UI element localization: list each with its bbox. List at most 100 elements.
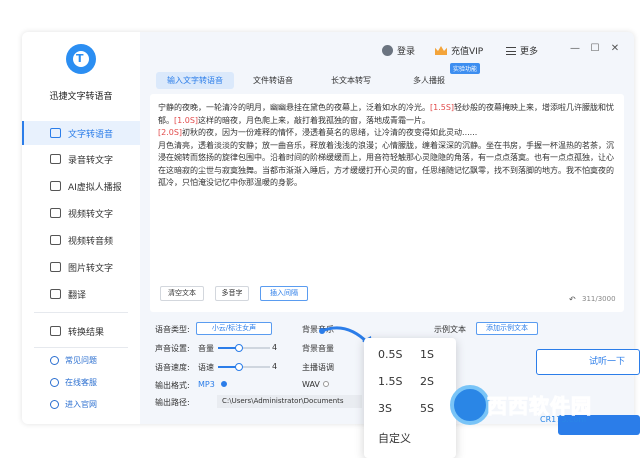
- sidebar-item-label: AI虚拟人播报: [68, 182, 122, 193]
- support-label: 在线客服: [65, 377, 97, 387]
- divider: [34, 347, 128, 348]
- close-icon[interactable]: ✕: [609, 43, 621, 55]
- menu-icon: [506, 46, 516, 55]
- format-mp3-label[interactable]: MP3: [198, 380, 215, 389]
- pause-option[interactable]: 2S: [420, 375, 434, 388]
- voice-type-label: 语音类型:: [155, 325, 190, 334]
- sidebar-item-image-to-text[interactable]: 图片转文字: [22, 255, 140, 279]
- volume-knob[interactable]: [234, 344, 243, 352]
- divider: [34, 312, 128, 313]
- speed-value: 4: [272, 362, 278, 371]
- pause-option[interactable]: 0.5S: [378, 348, 402, 361]
- tab-long-text[interactable]: 长文本转写: [312, 72, 390, 89]
- format-wav-label[interactable]: WAV: [302, 380, 320, 389]
- official-site-link[interactable]: 进入官网: [22, 396, 140, 412]
- volume-value: 4: [272, 343, 278, 352]
- sidebar-item-label: 视频转文字: [68, 209, 114, 220]
- text-speech-icon: [50, 128, 61, 138]
- pause-marker: [2.0S]: [158, 128, 183, 137]
- speed-label: 语速: [198, 363, 214, 372]
- maximize-icon[interactable]: ☐: [589, 43, 601, 55]
- pause-duration-popup: 0.5S 1S 1.5S 2S 3S 5S 自定义: [364, 338, 456, 458]
- pause-marker: [1.5S]: [430, 103, 455, 112]
- pause-option[interactable]: 3S: [378, 402, 392, 415]
- app-logo: T: [66, 44, 96, 74]
- pause-option[interactable]: 1.5S: [378, 375, 402, 388]
- minimize-icon[interactable]: —: [569, 43, 581, 55]
- vip-label: 充值VIP: [451, 47, 484, 57]
- app-window: T 迅捷文字转语音 文字转语音 录音转文字 AI虚拟人播报 视频转文字 视频转音…: [22, 32, 640, 458]
- sidebar: T 迅捷文字转语音 文字转语音 录音转文字 AI虚拟人播报 视频转文字 视频转音…: [22, 32, 140, 424]
- video-audio-icon: [50, 235, 61, 245]
- globe-icon: [50, 399, 59, 409]
- sidebar-item-ai-avatar[interactable]: AI虚拟人播报: [22, 174, 140, 198]
- text-segment: 宁静的夜晚，一轮清冷的明月，幽幽悬挂在黛色的夜幕上，泛着如水的冷光。: [158, 103, 430, 112]
- watermark-logo: [450, 385, 490, 425]
- text-segment: 初秋的夜，因为一份难释的情怀，浸透着莫名的思绪，让冷清的夜变得如此灵动.....…: [182, 128, 478, 137]
- sidebar-item-translate[interactable]: 翻译: [22, 282, 140, 306]
- pause-option[interactable]: 5S: [420, 402, 434, 415]
- tab-file-to-speech[interactable]: 文件转语音: [234, 72, 312, 89]
- faq-label: 常见问题: [65, 355, 97, 365]
- anchor-tone-label: 主播语调: [302, 363, 334, 372]
- tab-text-to-speech[interactable]: 输入文字转语音: [156, 72, 234, 89]
- user-icon: [382, 45, 393, 56]
- editor-paragraph: [2.0S]初秋的夜，因为一份难释的情怀，浸透着莫名的思绪，让冷清的夜变得如此灵…: [158, 127, 616, 140]
- speed-knob[interactable]: [234, 363, 243, 371]
- tab-multi-speaker[interactable]: 多人播报: [390, 72, 468, 89]
- volume-slider[interactable]: [218, 344, 270, 352]
- vip-button[interactable]: 充值VIP: [435, 44, 483, 57]
- text-segment: 这样的暗夜，月色爬上来，敲打着我孤独的窗，落地成青霜一片。: [198, 115, 431, 125]
- undo-icon[interactable]: ↶: [569, 295, 576, 304]
- insert-pause-button[interactable]: 插入间隔: [260, 286, 308, 301]
- sidebar-item-results[interactable]: 转换结果: [22, 319, 140, 343]
- example-text-label: 示例文本: [434, 325, 466, 334]
- text-segment: 月色清亮，透着淡淡的安静；放一曲音乐，释放着浅浅的浪漫；心情朦胧，缠着深深的沉静…: [158, 140, 614, 188]
- lab-badge: 实验功能: [450, 63, 481, 74]
- voice-type-select[interactable]: 小云/标注女声: [196, 322, 272, 335]
- clear-text-button[interactable]: 清空文本: [160, 286, 204, 301]
- speed-slider[interactable]: [218, 363, 270, 371]
- volume-label: 音量: [198, 344, 214, 353]
- video-icon: [50, 208, 61, 218]
- sidebar-item-label: 视频转音频: [68, 236, 114, 247]
- results-icon: [50, 326, 61, 336]
- more-menu-button[interactable]: 更多: [506, 44, 538, 57]
- sidebar-item-text-to-speech[interactable]: 文字转语音: [22, 121, 140, 145]
- sidebar-item-label: 图片转文字: [68, 263, 114, 274]
- pause-option[interactable]: 1S: [420, 348, 434, 361]
- text-editor[interactable]: 宁静的夜晚，一轮清冷的明月，幽幽悬挂在黛色的夜幕上，泛着如水的冷光。[1.5S]…: [150, 94, 624, 312]
- editor-content[interactable]: 宁静的夜晚，一轮清冷的明月，幽幽悬挂在黛色的夜幕上，泛着如水的冷光。[1.5S]…: [158, 102, 616, 190]
- format-mp3-radio[interactable]: [221, 381, 227, 387]
- chat-icon: [50, 377, 59, 387]
- sidebar-item-video-to-audio[interactable]: 视频转音频: [22, 228, 140, 252]
- polyphone-button[interactable]: 多音字: [215, 286, 249, 301]
- image-icon: [50, 262, 61, 272]
- char-counter: 311/3000: [582, 295, 616, 303]
- listen-label: 试听一下: [589, 357, 626, 367]
- sidebar-item-video-to-text[interactable]: 视频转文字: [22, 201, 140, 225]
- sidebar-item-label: 录音转文字: [68, 155, 114, 166]
- more-label: 更多: [520, 47, 539, 57]
- app-title: 迅捷文字转语音: [49, 92, 113, 102]
- editor-paragraph: 月色清亮，透着淡淡的安静；放一曲音乐，释放着浅浅的浪漫；心情朦胧，缠着深深的沉静…: [158, 140, 616, 190]
- volume-settings-label: 声音设置:: [155, 344, 190, 353]
- output-path-field[interactable]: C:\Users\Administrator\Documents: [217, 395, 362, 408]
- sidebar-item-audio-to-text[interactable]: 录音转文字: [22, 147, 140, 171]
- add-example-button[interactable]: 添加示例文本: [476, 322, 538, 335]
- output-format-label: 输出格式:: [155, 381, 190, 390]
- question-icon: [50, 355, 59, 365]
- listen-button[interactable]: 试听一下: [536, 349, 640, 375]
- crown-icon: [435, 46, 447, 55]
- translate-icon: [50, 289, 61, 299]
- sidebar-item-label: 文字转语音: [68, 129, 114, 140]
- output-path-label: 输出路径:: [155, 398, 190, 407]
- login-button[interactable]: 登录: [382, 44, 415, 57]
- pause-option-custom[interactable]: 自定义: [378, 430, 411, 446]
- faq-link[interactable]: 常见问题: [22, 352, 140, 368]
- online-support-link[interactable]: 在线客服: [22, 374, 140, 390]
- login-label: 登录: [397, 47, 416, 57]
- format-wav-radio[interactable]: [323, 381, 329, 387]
- speed-settings-label: 语音速度:: [155, 363, 190, 372]
- editor-paragraph: 宁静的夜晚，一轮清冷的明月，幽幽悬挂在黛色的夜幕上，泛着如水的冷光。[1.5S]…: [158, 102, 616, 127]
